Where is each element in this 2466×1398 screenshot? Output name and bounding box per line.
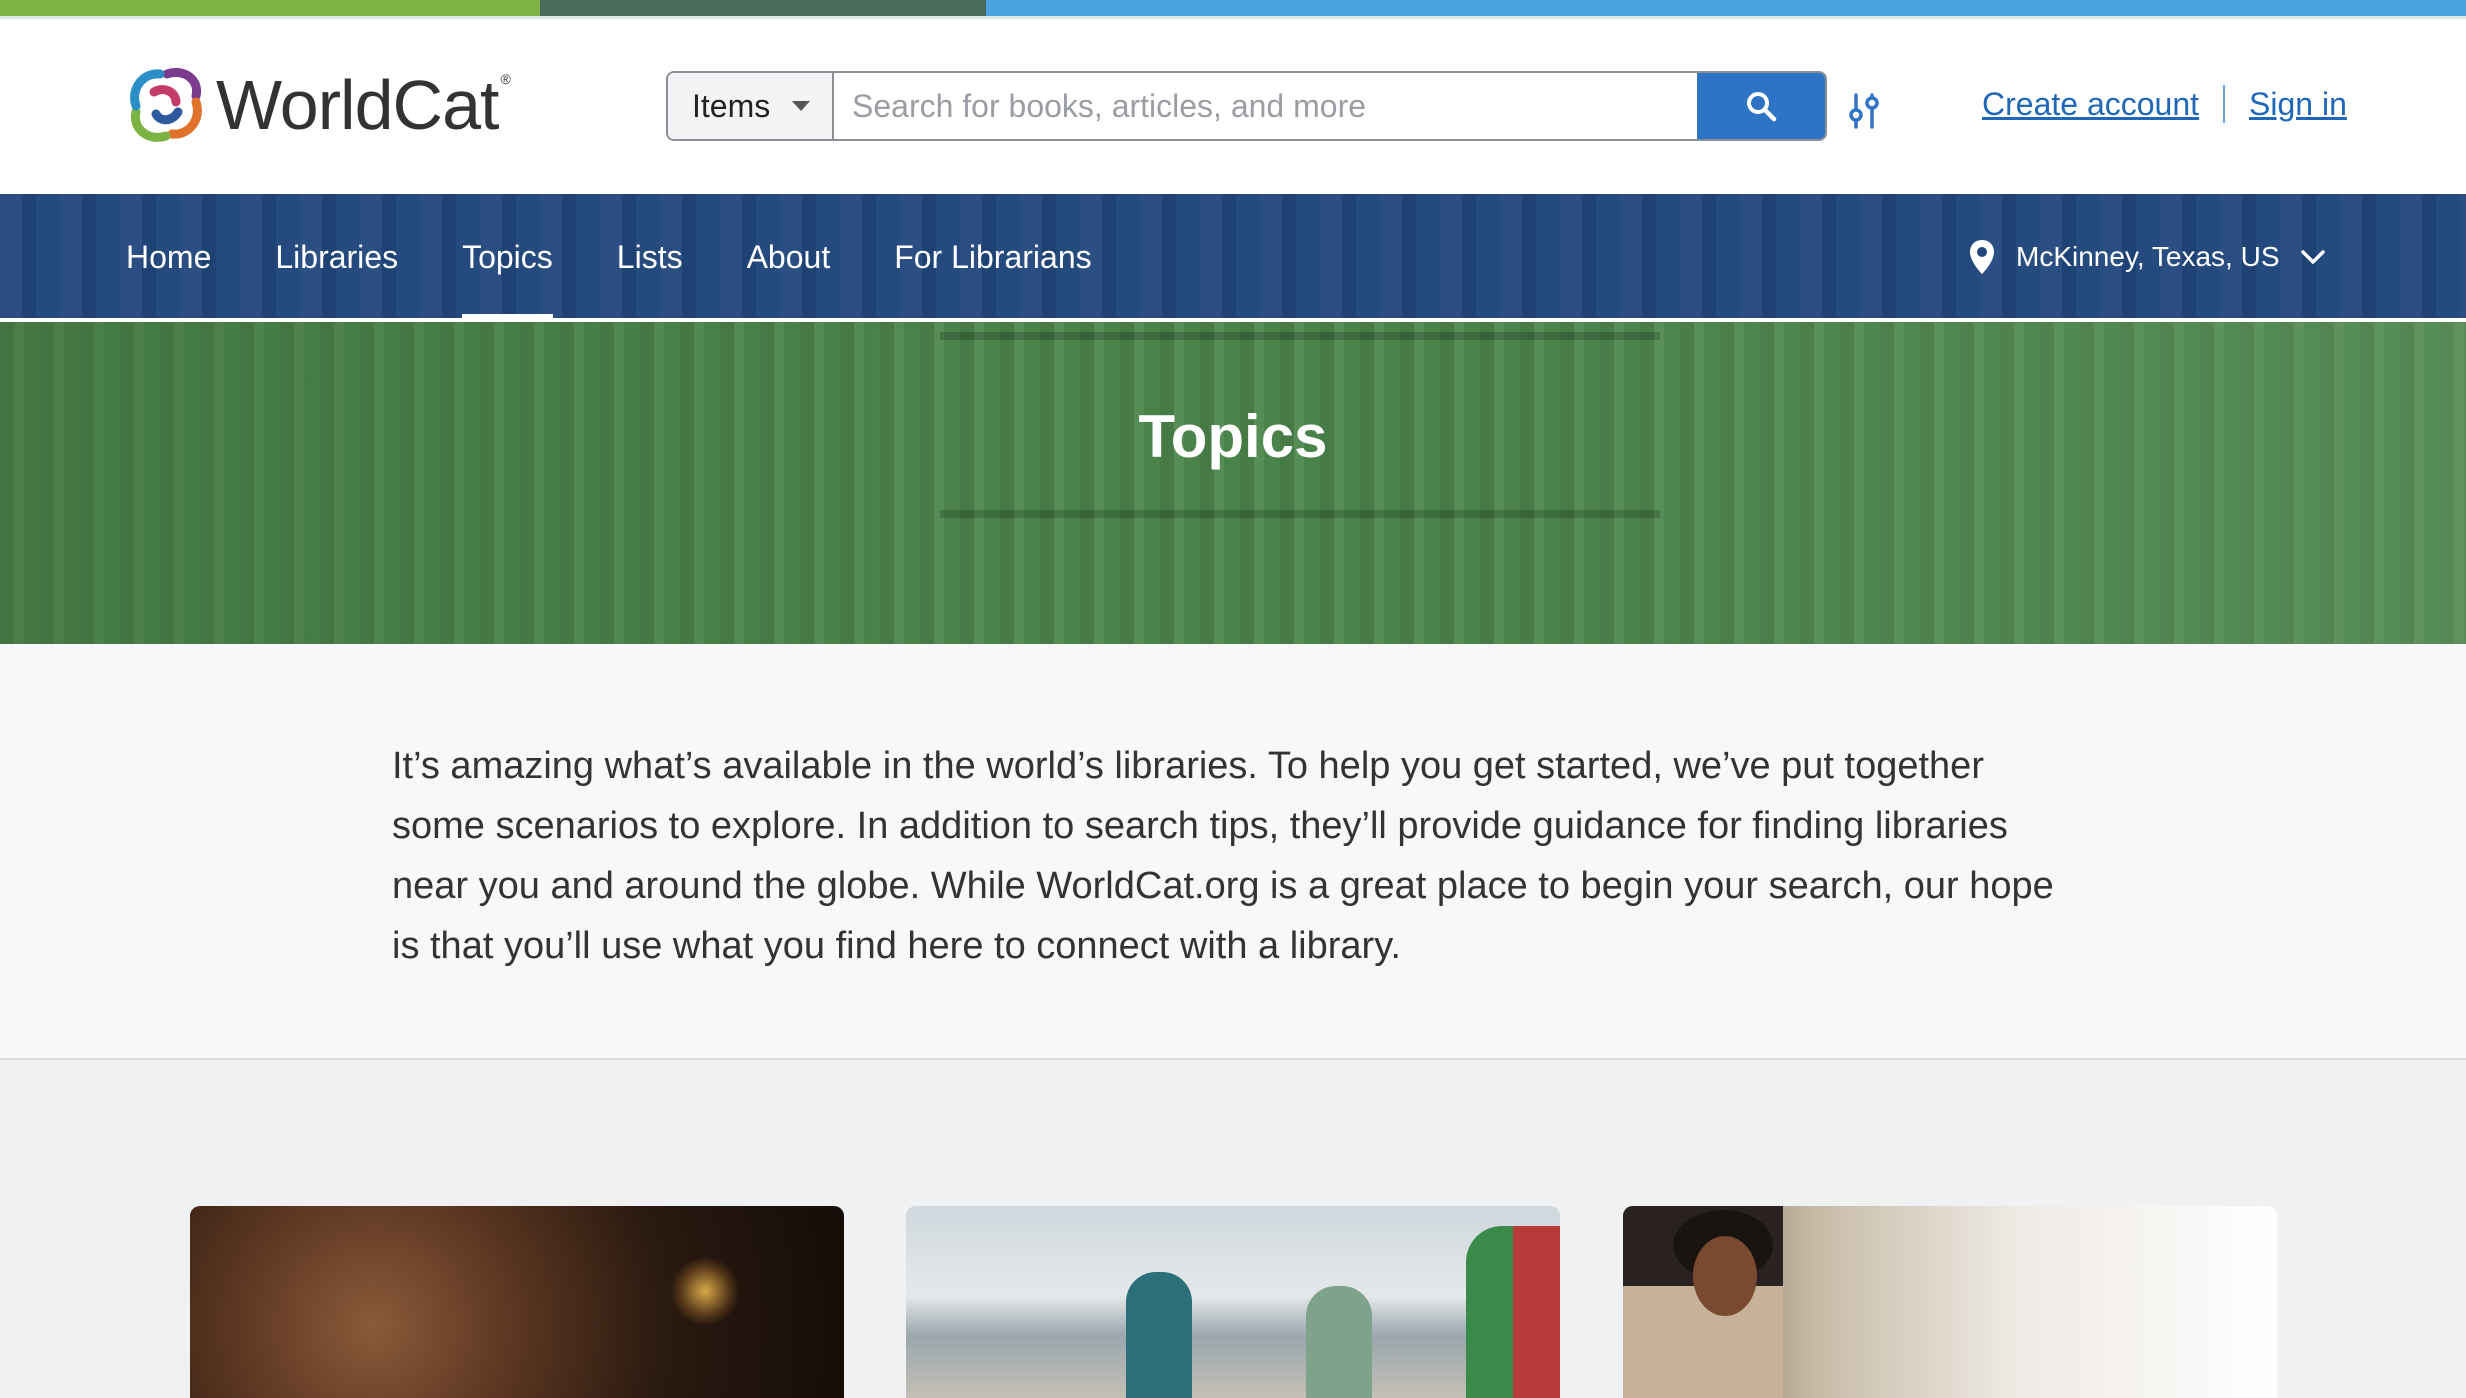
image-figure bbox=[1466, 1226, 1560, 1398]
nav-item-about[interactable]: About bbox=[747, 194, 831, 320]
search-type-dropdown[interactable]: Items bbox=[668, 73, 834, 139]
account-separator bbox=[2223, 85, 2226, 123]
account-links: Create account Sign in bbox=[1982, 85, 2347, 123]
topic-card-image-1[interactable] bbox=[190, 1206, 844, 1398]
registered-mark: ® bbox=[500, 71, 511, 87]
main-nav: Home Libraries Topics Lists About For Li… bbox=[0, 194, 2466, 320]
location-label: McKinney, Texas, US bbox=[2016, 241, 2280, 272]
search-bar: Items bbox=[666, 71, 1827, 141]
chevron-down-icon bbox=[2300, 250, 2325, 264]
search-type-label: Items bbox=[692, 87, 771, 124]
site-header: WorldCat ® Items Create account Sign in bbox=[0, 19, 2466, 194]
worldcat-logo[interactable]: WorldCat ® bbox=[124, 63, 511, 147]
nav-item-libraries[interactable]: Libraries bbox=[275, 194, 398, 320]
strip-green bbox=[0, 0, 540, 16]
topic-card-image-3[interactable] bbox=[1623, 1206, 2277, 1398]
location-pin-icon bbox=[1970, 240, 1994, 274]
intro-section: It’s amazing what’s available in the wor… bbox=[0, 644, 2466, 1060]
nav-item-topics[interactable]: Topics bbox=[462, 194, 553, 320]
hero-shelf-decoration bbox=[940, 332, 1660, 340]
image-figure bbox=[1693, 1236, 1757, 1316]
nav-item-lists[interactable]: Lists bbox=[617, 194, 683, 320]
topic-card-image-2[interactable] bbox=[906, 1206, 1560, 1398]
caret-down-icon bbox=[792, 101, 811, 111]
logo-text: WorldCat bbox=[216, 66, 499, 144]
sign-in-link[interactable]: Sign in bbox=[2249, 86, 2347, 123]
image-figure bbox=[1126, 1272, 1192, 1398]
strip-dark-green bbox=[540, 0, 986, 16]
advanced-search-icon[interactable] bbox=[1846, 91, 1882, 131]
location-selector[interactable]: McKinney, Texas, US bbox=[1968, 194, 2326, 320]
nav-items: Home Libraries Topics Lists About For Li… bbox=[126, 194, 1156, 320]
create-account-link[interactable]: Create account bbox=[1982, 86, 2199, 123]
intro-text: It’s amazing what’s available in the wor… bbox=[392, 745, 2054, 967]
nav-item-home[interactable]: Home bbox=[126, 194, 211, 320]
top-color-strip bbox=[0, 0, 2466, 16]
nav-item-for-librarians[interactable]: For Librarians bbox=[894, 194, 1091, 320]
image-figure bbox=[1306, 1286, 1372, 1398]
search-button[interactable] bbox=[1697, 73, 1825, 139]
worldcat-swirl-icon bbox=[130, 68, 202, 142]
page-title: Topics bbox=[1138, 403, 1328, 470]
search-input[interactable] bbox=[834, 73, 1697, 139]
search-icon bbox=[1747, 92, 1777, 122]
strip-blue bbox=[986, 0, 2466, 16]
hero-shelf-decoration bbox=[940, 510, 1660, 518]
hero-banner: Topics bbox=[0, 322, 2466, 644]
